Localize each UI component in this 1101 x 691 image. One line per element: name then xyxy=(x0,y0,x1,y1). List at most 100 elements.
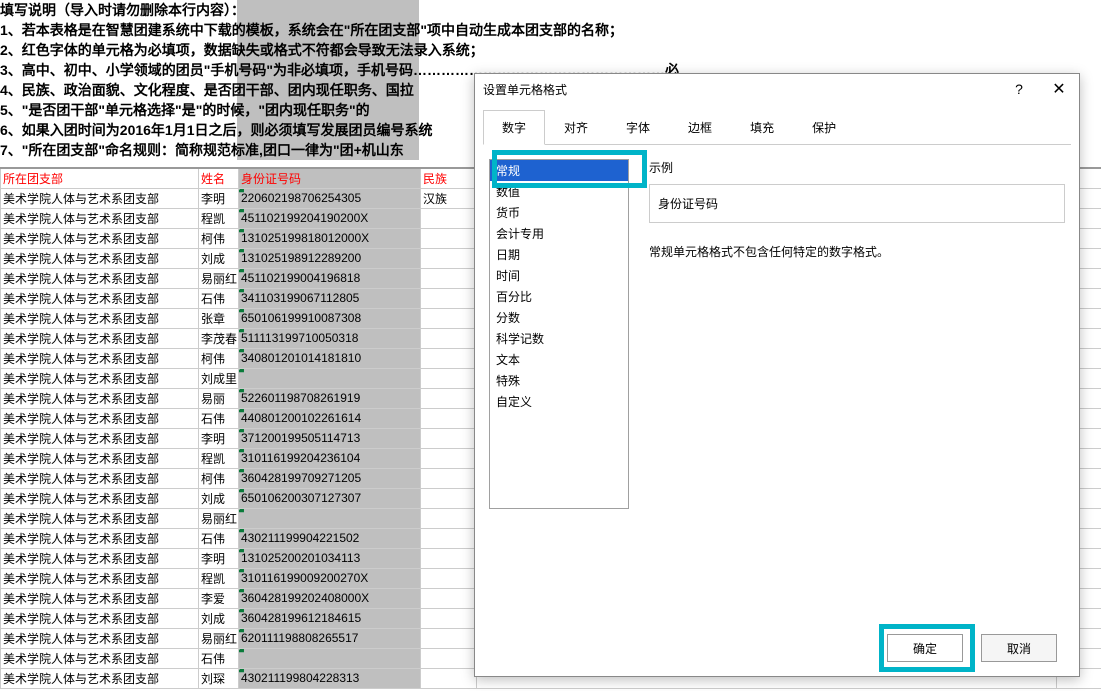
cell-id[interactable]: 360428199709271205 xyxy=(239,468,421,488)
category-item[interactable]: 自定义 xyxy=(490,391,628,412)
col-nation-header[interactable]: 民族 xyxy=(421,168,477,188)
category-list[interactable]: 常规数值货币会计专用日期时间百分比分数科学记数文本特殊自定义 xyxy=(489,159,629,509)
cell-id[interactable]: 650106200307127307 xyxy=(239,488,421,508)
cell-nation[interactable] xyxy=(421,468,477,488)
cell-id[interactable] xyxy=(239,368,421,388)
cell-branch[interactable]: 美术学院人体与艺术系团支部 xyxy=(1,488,199,508)
cell-name[interactable]: 程凯 xyxy=(199,568,239,588)
cell-branch[interactable]: 美术学院人体与艺术系团支部 xyxy=(1,648,199,668)
cell-name[interactable]: 刘成 xyxy=(199,608,239,628)
col-id-header[interactable]: 身份证号码 xyxy=(239,168,421,188)
tab-fill[interactable]: 填充 xyxy=(731,110,793,145)
cell-name[interactable]: 李爱 xyxy=(199,588,239,608)
cell-nation[interactable] xyxy=(421,308,477,328)
cell-id[interactable]: 131025199818012000X xyxy=(239,228,421,248)
cell-name[interactable]: 易丽红 xyxy=(199,628,239,648)
cell-name[interactable]: 柯伟 xyxy=(199,228,239,248)
cell-name[interactable]: 柯伟 xyxy=(199,348,239,368)
cell-branch[interactable]: 美术学院人体与艺术系团支部 xyxy=(1,448,199,468)
col-branch-header[interactable]: 所在团支部 xyxy=(1,168,199,188)
cell-name[interactable]: 石伟 xyxy=(199,648,239,668)
cell-id[interactable]: 430211199804228313 xyxy=(239,668,421,688)
cell-branch[interactable]: 美术学院人体与艺术系团支部 xyxy=(1,308,199,328)
ok-button[interactable]: 确定 xyxy=(887,634,963,662)
category-item[interactable]: 分数 xyxy=(490,307,628,328)
cell-branch[interactable]: 美术学院人体与艺术系团支部 xyxy=(1,328,199,348)
cell-id[interactable]: 360428199612184615 xyxy=(239,608,421,628)
cell-branch[interactable]: 美术学院人体与艺术系团支部 xyxy=(1,628,199,648)
cell-name[interactable]: 石伟 xyxy=(199,408,239,428)
cell-nation[interactable] xyxy=(421,508,477,528)
cell-id[interactable]: 650106199910087308 xyxy=(239,308,421,328)
cell-id[interactable]: 310116199204236104 xyxy=(239,448,421,468)
tab-align[interactable]: 对齐 xyxy=(545,110,607,145)
cell-nation[interactable] xyxy=(421,568,477,588)
cell-branch[interactable]: 美术学院人体与艺术系团支部 xyxy=(1,288,199,308)
cell-branch[interactable]: 美术学院人体与艺术系团支部 xyxy=(1,368,199,388)
cell-name[interactable]: 李明 xyxy=(199,428,239,448)
cell-nation[interactable] xyxy=(421,648,477,668)
cell-id[interactable]: 341103199067112805 xyxy=(239,288,421,308)
cell-branch[interactable]: 美术学院人体与艺术系团支部 xyxy=(1,588,199,608)
cell-branch[interactable]: 美术学院人体与艺术系团支部 xyxy=(1,268,199,288)
cell-id[interactable]: 451102199004196818 xyxy=(239,268,421,288)
cell-nation[interactable] xyxy=(421,388,477,408)
help-button[interactable]: ? xyxy=(999,75,1039,103)
cell-nation[interactable] xyxy=(421,528,477,548)
cell-id[interactable]: 620111198808265517 xyxy=(239,628,421,648)
cell-branch[interactable]: 美术学院人体与艺术系团支部 xyxy=(1,228,199,248)
tab-number[interactable]: 数字 xyxy=(483,110,545,145)
category-item[interactable]: 百分比 xyxy=(490,286,628,307)
cell-name[interactable]: 石伟 xyxy=(199,288,239,308)
cell-branch[interactable]: 美术学院人体与艺术系团支部 xyxy=(1,348,199,368)
category-item[interactable]: 货币 xyxy=(490,202,628,223)
cell-id[interactable]: 440801200102261614 xyxy=(239,408,421,428)
cell-nation[interactable] xyxy=(421,248,477,268)
close-button[interactable]: ✕ xyxy=(1039,75,1079,103)
cancel-button[interactable]: 取消 xyxy=(981,634,1057,662)
cell-name[interactable]: 张章 xyxy=(199,308,239,328)
cell-nation[interactable] xyxy=(421,408,477,428)
cell-id[interactable]: 131025200201034113 xyxy=(239,548,421,568)
cell-id[interactable]: 522601198708261919 xyxy=(239,388,421,408)
tab-protect[interactable]: 保护 xyxy=(793,110,855,145)
cell-branch[interactable]: 美术学院人体与艺术系团支部 xyxy=(1,428,199,448)
cell-id[interactable]: 310116199009200270X xyxy=(239,568,421,588)
cell-name[interactable]: 刘成里 xyxy=(199,368,239,388)
category-item[interactable]: 数值 xyxy=(490,181,628,202)
cell-nation[interactable] xyxy=(421,268,477,288)
cell-branch[interactable]: 美术学院人体与艺术系团支部 xyxy=(1,508,199,528)
category-item[interactable]: 文本 xyxy=(490,349,628,370)
cell-nation[interactable] xyxy=(421,288,477,308)
category-item[interactable]: 日期 xyxy=(490,244,628,265)
cell-nation[interactable] xyxy=(421,228,477,248)
category-item[interactable]: 时间 xyxy=(490,265,628,286)
category-item[interactable]: 科学记数 xyxy=(490,328,628,349)
cell-nation[interactable] xyxy=(421,348,477,368)
cell-name[interactable]: 刘成 xyxy=(199,248,239,268)
cell-branch[interactable]: 美术学院人体与艺术系团支部 xyxy=(1,528,199,548)
cell-name[interactable]: 刘琛 xyxy=(199,668,239,688)
cell-nation[interactable] xyxy=(421,368,477,388)
category-item[interactable]: 特殊 xyxy=(490,370,628,391)
cell-id[interactable] xyxy=(239,508,421,528)
dialog-titlebar[interactable]: 设置单元格格式 ? ✕ xyxy=(475,74,1079,104)
cell-id[interactable]: 131025198912289200 xyxy=(239,248,421,268)
cell-nation[interactable] xyxy=(421,488,477,508)
cell-branch[interactable]: 美术学院人体与艺术系团支部 xyxy=(1,188,199,208)
cell-branch[interactable]: 美术学院人体与艺术系团支部 xyxy=(1,208,199,228)
tab-border[interactable]: 边框 xyxy=(669,110,731,145)
cell-id[interactable] xyxy=(239,648,421,668)
cell-nation[interactable] xyxy=(421,608,477,628)
cell-name[interactable]: 石伟 xyxy=(199,528,239,548)
tab-font[interactable]: 字体 xyxy=(607,110,669,145)
cell-name[interactable]: 李明 xyxy=(199,188,239,208)
cell-id[interactable]: 430211199904221502 xyxy=(239,528,421,548)
cell-id[interactable]: 371200199505114713 xyxy=(239,428,421,448)
cell-id[interactable]: 511113199710050318 xyxy=(239,328,421,348)
cell-branch[interactable]: 美术学院人体与艺术系团支部 xyxy=(1,468,199,488)
cell-nation[interactable] xyxy=(421,588,477,608)
cell-name[interactable]: 程凯 xyxy=(199,448,239,468)
cell-nation[interactable] xyxy=(421,668,477,688)
cell-branch[interactable]: 美术学院人体与艺术系团支部 xyxy=(1,608,199,628)
